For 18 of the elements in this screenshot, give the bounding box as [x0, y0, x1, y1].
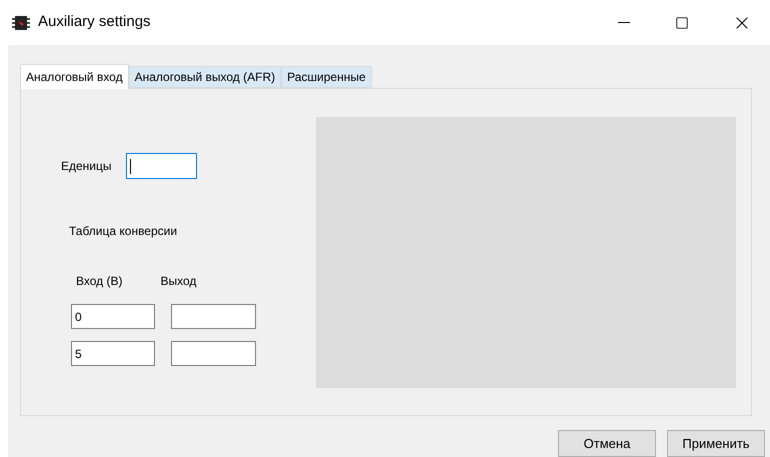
column-header: Выход — [160, 273, 196, 290]
tab[interactable]: Аналоговый вход — [20, 64, 129, 89]
input-field[interactable]: 0 — [71, 304, 155, 329]
units-field[interactable] — [126, 153, 197, 179]
window-title: Auxiliary settings — [38, 12, 151, 32]
dialog-button[interactable]: Применить — [667, 430, 765, 457]
table-title: Таблица конверсии — [69, 223, 178, 240]
column-header: Вход (В) — [76, 273, 122, 290]
dialog-button[interactable]: Отмена — [558, 430, 656, 457]
tab[interactable]: Расширенные — [281, 66, 372, 88]
units-label: Еденицы — [61, 158, 112, 175]
output-field[interactable] — [171, 341, 256, 366]
chip-icon — [12, 14, 30, 30]
input-field[interactable]: 5 — [71, 341, 155, 366]
tab[interactable]: Аналоговый выход (AFR) — [128, 66, 282, 88]
maximize-icon — [675, 16, 689, 30]
output-field[interactable] — [171, 304, 256, 329]
minimize-icon — [618, 22, 630, 23]
